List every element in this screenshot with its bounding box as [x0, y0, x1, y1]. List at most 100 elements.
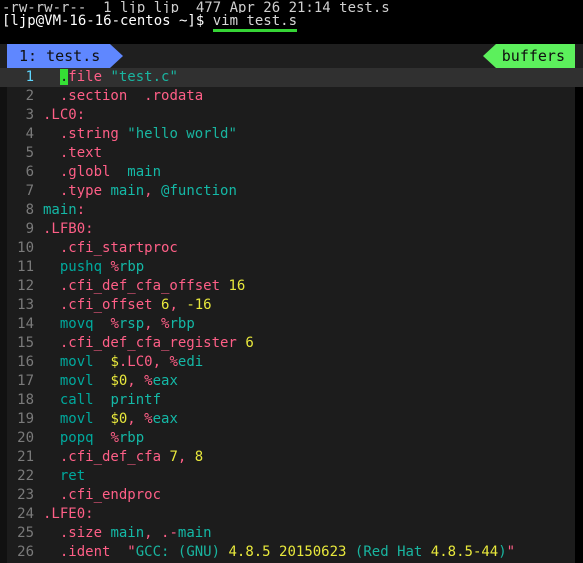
code-token: ,: [152, 354, 162, 370]
code-line[interactable]: 20 popq %rbp: [0, 429, 583, 448]
code-text: ret: [34, 467, 85, 486]
code-line[interactable]: 13 .cfi_offset 6, -16: [0, 296, 583, 315]
code-line[interactable]: 21 .cfi_def_cfa 7, 8: [0, 448, 583, 467]
code-line[interactable]: 19 movl $0, %eax: [0, 410, 583, 429]
code-token: rbp: [169, 316, 195, 332]
code-token: .LFB0:: [43, 221, 94, 237]
vim-code-area[interactable]: 1 .file "test.c" 2 .section .rodata 3 .LC0:…: [0, 68, 583, 563]
code-token: %: [144, 411, 153, 427]
line-number: 14: [17, 316, 34, 332]
code-line[interactable]: 12 .cfi_def_cfa_offset 16: [0, 277, 583, 296]
code-text: popq %rbp: [34, 429, 144, 448]
line-number: 18: [17, 392, 34, 408]
line-number: 6: [25, 164, 34, 180]
code-text: main:: [34, 201, 85, 220]
code-line[interactable]: 17 movl $0, %eax: [0, 372, 583, 391]
code-token: movl: [59, 411, 94, 427]
code-line[interactable]: 26 .ident "GCC: (GNU) 4.8.5 20150623 (Re…: [0, 543, 583, 562]
code-line[interactable]: 11 pushq %rbp: [0, 258, 583, 277]
code-token: ,: [144, 183, 153, 199]
code-token: 6: [245, 335, 254, 351]
code-token: call: [59, 392, 94, 408]
code-text: .ident "GCC: (GNU) 4.8.5 20150623 (Red H…: [34, 543, 515, 562]
code-line[interactable]: 16 movl $.LC0, %edi: [0, 353, 583, 372]
code-token: file: [68, 69, 111, 85]
code-token: .cfi_def_cfa: [59, 449, 162, 465]
code-token: .section: [59, 88, 128, 104]
code-token: eax: [152, 373, 178, 389]
code-line[interactable]: 25 .size main, .-main: [0, 524, 583, 543]
line-number: 21: [17, 449, 34, 465]
code-line[interactable]: 23 .cfi_endproc: [0, 486, 583, 505]
code-token: movl: [59, 354, 94, 370]
code-token: ": [127, 544, 136, 560]
code-line[interactable]: 15 .cfi_def_cfa_register 6: [0, 334, 583, 353]
code-line[interactable]: 6 .globl main: [0, 163, 583, 182]
line-number: 23: [17, 487, 34, 503]
tab-test-s[interactable]: 1: test.s: [7, 44, 111, 68]
code-token: ,: [169, 297, 178, 313]
code-line[interactable]: 7 .type main, @function: [0, 182, 583, 201]
code-line[interactable]: 4 .string "hello world": [0, 125, 583, 144]
code-line[interactable]: 24 .LFE0:: [0, 505, 583, 524]
buffers-arrow-icon: [483, 44, 496, 68]
line-number: 9: [25, 221, 34, 237]
code-line[interactable]: 5 .text: [0, 144, 583, 163]
code-token: .text: [59, 145, 103, 161]
vim-window: 1: test.s buffers 1 .file "test.c" 2 .sec…: [0, 44, 583, 563]
code-token: -16: [186, 297, 212, 313]
buffers-label[interactable]: buffers: [495, 44, 575, 68]
code-line[interactable]: 2 .section .rodata: [0, 87, 583, 106]
code-token: @function: [161, 183, 237, 199]
code-token: rbp: [118, 430, 145, 446]
tab-arrow-icon: [110, 44, 123, 68]
line-number: 25: [17, 525, 34, 541]
line-number: 15: [17, 335, 34, 351]
code-text: .LFE0:: [34, 505, 94, 524]
code-line[interactable]: 22 ret: [0, 467, 583, 486]
code-line[interactable]: 10 .cfi_startproc: [0, 239, 583, 258]
terminal-scrollback: -rw-rw-r-- 1 ljp ljp 477 Apr 26 21:14 te…: [0, 0, 460, 44]
code-text: movl $0, %eax: [34, 410, 178, 429]
code-token: %: [110, 259, 119, 275]
code-text: movq %rsp, %rbp: [34, 315, 195, 334]
code-line[interactable]: 3 .LC0:: [0, 106, 583, 125]
code-token: $0: [110, 373, 128, 389]
code-token: main: [110, 183, 145, 199]
line-number: 3: [25, 107, 34, 123]
code-text: movl $0, %eax: [34, 372, 178, 391]
code-line[interactable]: 9 .LFB0:: [0, 220, 583, 239]
code-line[interactable]: 14 movq %rsp, %rbp: [0, 315, 583, 334]
code-token: .LC0: [118, 354, 153, 370]
code-text: .cfi_endproc: [34, 486, 161, 505]
code-token: .cfi_startproc: [59, 240, 178, 256]
code-token: %: [110, 316, 119, 332]
code-token: ,: [127, 373, 136, 389]
code-token: :: [76, 202, 86, 218]
code-line[interactable]: 18 call printf: [0, 391, 583, 410]
code-token: ): [498, 544, 507, 560]
code-line[interactable]: 8 main:: [0, 201, 583, 220]
code-line[interactable]: 1 .file "test.c": [0, 68, 583, 87]
